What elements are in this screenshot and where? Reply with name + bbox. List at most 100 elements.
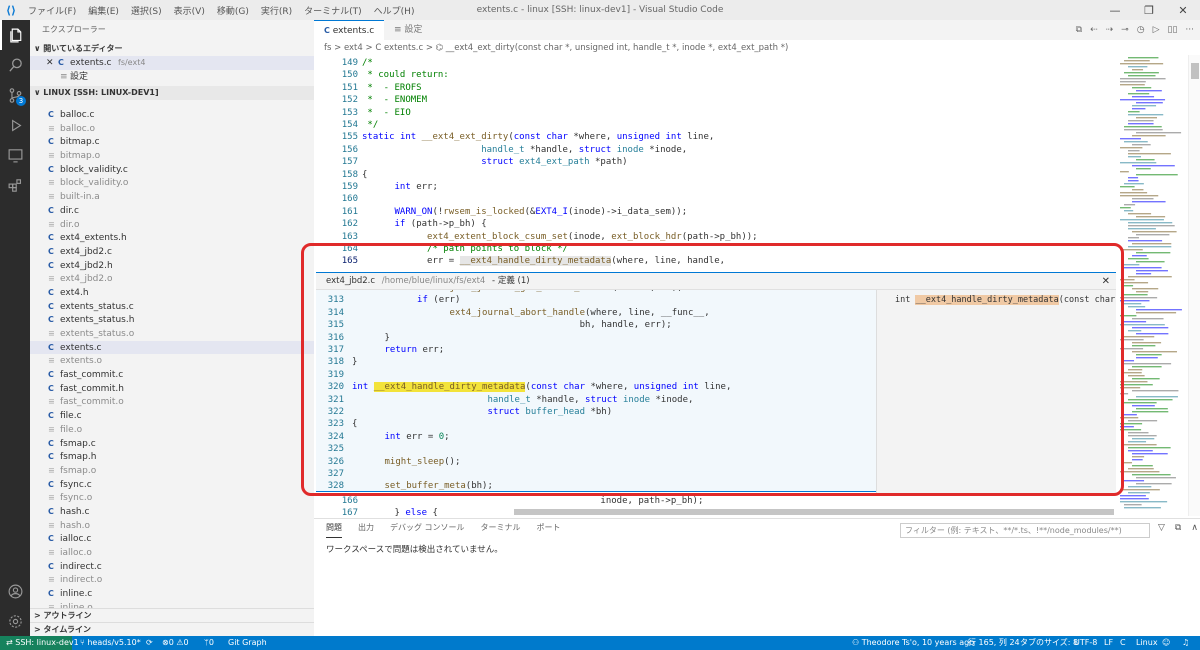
file-item[interactable]: Cialloc.c bbox=[30, 532, 314, 546]
file-item[interactable]: ≡ fsync.o bbox=[30, 491, 314, 505]
file-item[interactable]: ≡ extents.o bbox=[30, 354, 314, 368]
problems-filter-input[interactable]: フィルター (例: テキスト、**/*.ts、!**/node_modules/… bbox=[900, 523, 1150, 538]
timeline-section[interactable]: > タイムライン bbox=[30, 622, 314, 636]
filter-icon[interactable]: ▽ bbox=[1158, 523, 1165, 533]
git-blame[interactable]: ⚇ Theodore Ts'o, 10 years ago bbox=[852, 636, 974, 650]
tab-settings[interactable]: ≡ 設定 bbox=[384, 20, 444, 40]
problems-indicator[interactable]: ⊗0 ⚠0 bbox=[162, 636, 189, 650]
file-item[interactable]: ≡ file.o bbox=[30, 423, 314, 437]
open-editor-settings[interactable]: ≡ 設定 bbox=[30, 70, 314, 84]
remote-explorer-activity-button[interactable] bbox=[0, 140, 30, 170]
tab-size[interactable]: タブのサイズ: 8 bbox=[1020, 636, 1078, 650]
file-item[interactable]: ≡ ext4_jbd2.o bbox=[30, 272, 314, 286]
git-graph-button[interactable]: Git Graph bbox=[228, 636, 267, 650]
menu-view[interactable]: 表示(V) bbox=[168, 4, 211, 17]
file-item[interactable]: Cextents_status.c bbox=[30, 300, 314, 314]
split-editor-icon[interactable]: ▯▯ bbox=[1168, 25, 1178, 35]
file-item[interactable]: ≡ dir.o bbox=[30, 218, 314, 232]
open-editor-extents[interactable]: ✕ C extents.c fs/ext4 bbox=[30, 56, 314, 70]
git-commit-icon[interactable]: ⊸ bbox=[1121, 25, 1129, 35]
menu-selection[interactable]: 選択(S) bbox=[125, 4, 168, 17]
search-activity-button[interactable] bbox=[0, 50, 30, 80]
close-peek-button[interactable]: ✕ bbox=[1102, 273, 1110, 290]
file-item[interactable]: Cfile.c bbox=[30, 409, 314, 423]
peek-reference-item[interactable]: int __ext4_handle_dirty_metadata(const c… bbox=[895, 295, 1116, 305]
menu-help[interactable]: ヘルプ(H) bbox=[368, 4, 421, 17]
timeline-icon[interactable]: ◷ bbox=[1137, 25, 1145, 35]
file-item[interactable]: ≡ indirect.o bbox=[30, 573, 314, 587]
compare-icon[interactable]: ⧉ bbox=[1076, 25, 1082, 35]
tab-ports[interactable]: ポート bbox=[537, 522, 561, 538]
extensions-activity-button[interactable] bbox=[0, 170, 30, 200]
file-item[interactable]: Cext4_jbd2.h bbox=[30, 259, 314, 273]
menu-file[interactable]: ファイル(F) bbox=[22, 4, 82, 17]
language-mode[interactable]: C bbox=[1120, 636, 1126, 650]
tab-debug-console[interactable]: デバッグ コンソール bbox=[390, 522, 465, 538]
menu-go[interactable]: 移動(G) bbox=[211, 4, 255, 17]
menu-edit[interactable]: 編集(E) bbox=[82, 4, 125, 17]
os-indicator[interactable]: Linux bbox=[1136, 636, 1158, 650]
file-item[interactable]: Cext4_jbd2.c bbox=[30, 245, 314, 259]
menu-run[interactable]: 実行(R) bbox=[255, 4, 298, 17]
file-item[interactable]: Cballoc.c bbox=[30, 108, 314, 122]
file-item[interactable]: ≡ fsmap.o bbox=[30, 464, 314, 478]
more-actions-icon[interactable]: ··· bbox=[1185, 25, 1194, 35]
explorer-activity-button[interactable] bbox=[0, 20, 30, 50]
account-icon[interactable]: ☺ bbox=[1162, 636, 1170, 650]
workspace-section[interactable]: ∨ LINUX [SSH: LINUX-DEV1] bbox=[30, 86, 314, 100]
file-item[interactable]: ≡ bitmap.o bbox=[30, 149, 314, 163]
file-item[interactable]: Cextents.c bbox=[30, 340, 314, 355]
file-item[interactable]: Cfsmap.h bbox=[30, 450, 314, 464]
go-back-icon[interactable]: ⇠ bbox=[1090, 25, 1098, 35]
cursor-position[interactable]: 行 165, 列 24 bbox=[968, 636, 1020, 650]
file-item[interactable]: ≡ block_validity.o bbox=[30, 176, 314, 190]
file-item[interactable]: Cindirect.c bbox=[30, 560, 314, 574]
file-item[interactable]: ≡ extents_status.o bbox=[30, 327, 314, 341]
file-item[interactable]: Cext4.h bbox=[30, 286, 314, 300]
scrollbar-thumb[interactable] bbox=[1191, 63, 1199, 79]
file-item[interactable]: Cdir.c bbox=[30, 204, 314, 218]
file-item[interactable]: Chash.c bbox=[30, 505, 314, 519]
source-control-activity-button[interactable]: 3 bbox=[0, 80, 30, 110]
file-item[interactable]: Cfsync.c bbox=[30, 478, 314, 492]
file-item[interactable]: ≡ ialloc.o bbox=[30, 546, 314, 560]
minimize-button[interactable]: — bbox=[1098, 0, 1132, 20]
tab-extents[interactable]: C extents.c bbox=[314, 20, 384, 40]
accounts-activity-button[interactable] bbox=[0, 576, 30, 606]
file-item[interactable]: Cfast_commit.h bbox=[30, 382, 314, 396]
file-item[interactable]: Cinline.c bbox=[30, 587, 314, 601]
sync-button[interactable]: ⟳ bbox=[146, 636, 153, 650]
editor-horizontal-scrollbar[interactable] bbox=[514, 509, 1114, 515]
run-debug-activity-button[interactable] bbox=[0, 110, 30, 140]
go-forward-icon[interactable]: ⇢ bbox=[1106, 25, 1114, 35]
remote-indicator[interactable]: ⇄ SSH: linux-dev1 bbox=[0, 636, 79, 650]
tab-output[interactable]: 出力 bbox=[358, 522, 374, 538]
minimap[interactable] bbox=[1116, 55, 1188, 515]
file-item[interactable]: Cext4_extents.h bbox=[30, 231, 314, 245]
notifications-bell-icon[interactable]: ♫ bbox=[1182, 636, 1189, 650]
file-item[interactable]: Cfsmap.c bbox=[30, 437, 314, 451]
ports-indicator[interactable]: ᛘ0 bbox=[204, 636, 214, 650]
menu-terminal[interactable]: ターミナル(T) bbox=[298, 4, 368, 17]
outline-section[interactable]: > アウトライン bbox=[30, 608, 314, 622]
close-window-button[interactable]: ✕ bbox=[1166, 0, 1200, 20]
file-item[interactable]: ≡ fast_commit.o bbox=[30, 395, 314, 409]
file-item[interactable]: ≡ built-in.a bbox=[30, 190, 314, 204]
file-item[interactable]: ≡ hash.o bbox=[30, 519, 314, 533]
peek-code[interactable]: 312 err = jbd2_journal_get_create_access… bbox=[316, 290, 876, 493]
breadcrumb[interactable]: fs > ext4 > C extents.c > ⌬ __ext4_ext_d… bbox=[324, 41, 788, 55]
collapse-all-icon[interactable]: ⧉ bbox=[1175, 523, 1181, 533]
end-of-line[interactable]: LF bbox=[1104, 636, 1113, 650]
file-item[interactable]: Cextents_status.h bbox=[30, 313, 314, 327]
close-editor-icon[interactable]: ✕ bbox=[46, 56, 54, 70]
file-item[interactable]: Cbitmap.c bbox=[30, 135, 314, 149]
tab-problems[interactable]: 問題 bbox=[326, 522, 342, 538]
run-icon[interactable]: ▷ bbox=[1153, 25, 1160, 35]
maximize-panel-icon[interactable]: ∧ bbox=[1191, 523, 1198, 533]
branch-indicator[interactable]: ⑂ heads/v5.10* bbox=[80, 636, 141, 650]
restore-button[interactable]: ❐ bbox=[1132, 0, 1166, 20]
file-item[interactable]: Cblock_validity.c bbox=[30, 163, 314, 177]
tab-terminal[interactable]: ターミナル bbox=[481, 522, 521, 538]
open-editors-section[interactable]: ∨ 開いているエディター bbox=[30, 42, 314, 56]
file-item[interactable]: ≡ balloc.o bbox=[30, 122, 314, 136]
